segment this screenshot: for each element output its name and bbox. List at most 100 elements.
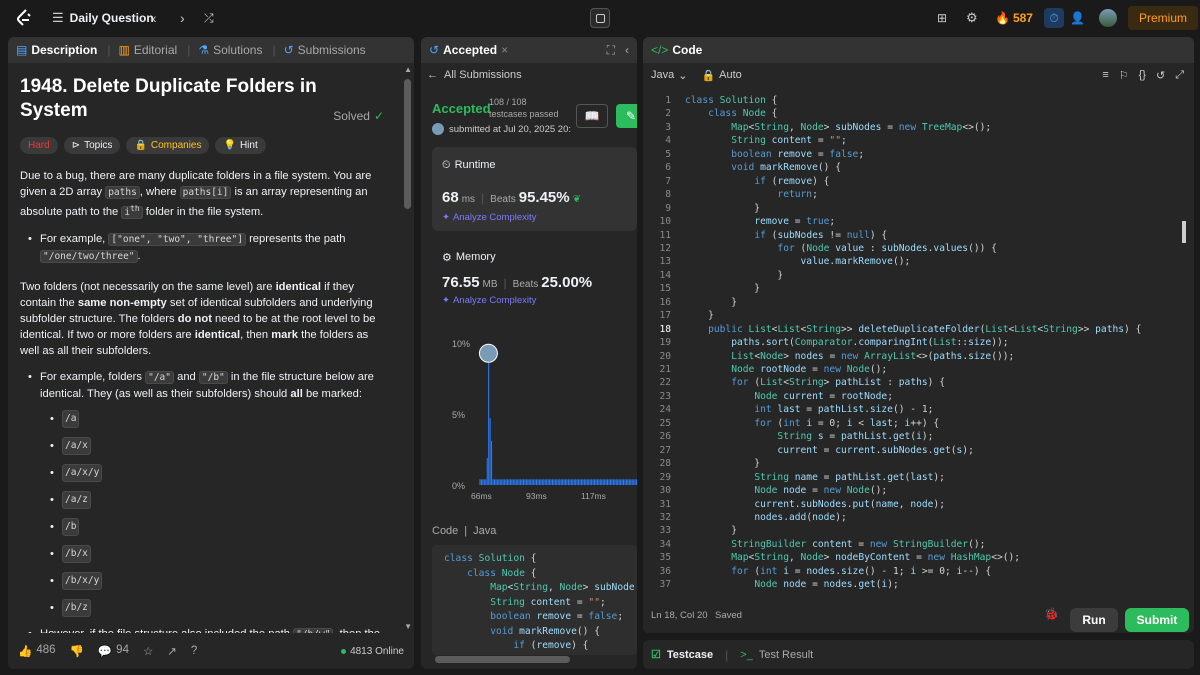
tab-description[interactable]: ▤ Description: [16, 43, 97, 57]
distribution-bar[interactable]: [556, 479, 558, 485]
language-select[interactable]: Java ⌄: [651, 69, 687, 82]
leetcode-logo[interactable]: [14, 8, 34, 28]
distribution-bar[interactable]: [569, 479, 571, 485]
distribution-bar[interactable]: [624, 479, 626, 485]
runtime-card[interactable]: ⏲ Runtime 68 ms | Beats 95.45% ❦ ✦ Analyze…: [432, 147, 637, 231]
auto-mode[interactable]: 🔒 Auto: [701, 69, 741, 82]
tab-solutions[interactable]: ⚗ Solutions: [198, 43, 262, 57]
distribution-bar[interactable]: [521, 479, 523, 485]
submit-button[interactable]: Submit: [1125, 608, 1189, 632]
distribution-bar[interactable]: [553, 479, 555, 485]
edit-button[interactable]: ✎: [616, 104, 637, 128]
settings-gear-icon[interactable]: ⚙: [966, 0, 978, 36]
distribution-bar[interactable]: [551, 479, 553, 485]
distribution-bar[interactable]: [546, 479, 548, 485]
distribution-bar[interactable]: [601, 479, 603, 485]
premium-button[interactable]: Premium: [1128, 0, 1199, 36]
distribution-bar[interactable]: [538, 479, 540, 485]
distribution-bar[interactable]: [502, 479, 504, 485]
prev-question-icon[interactable]: ‹: [152, 0, 157, 36]
distribution-bar[interactable]: [489, 418, 491, 485]
distribution-bar[interactable]: [591, 479, 593, 485]
distribution-bar[interactable]: [508, 479, 510, 485]
distribution-bar[interactable]: [560, 479, 562, 485]
distribution-bar[interactable]: [527, 479, 529, 485]
distribution-bar[interactable]: [534, 479, 536, 485]
layout-icon[interactable]: ⊞: [937, 0, 947, 36]
editor-scrollbar[interactable]: [1182, 221, 1186, 243]
distribution-bar[interactable]: [530, 479, 532, 485]
shuffle-icon[interactable]: ⤮: [204, 0, 214, 36]
distribution-bar[interactable]: [491, 440, 493, 485]
distribution-bar[interactable]: [493, 479, 495, 485]
distribution-bar[interactable]: [580, 479, 582, 485]
distribution-bar[interactable]: [566, 479, 568, 485]
distribution-bar[interactable]: [525, 479, 527, 485]
scroll-up-icon[interactable]: ▲: [404, 65, 412, 74]
distribution-bar[interactable]: [531, 479, 533, 485]
braces-icon[interactable]: {}: [1139, 69, 1146, 82]
distribution-bar[interactable]: [594, 479, 596, 485]
distribution-bar[interactable]: [488, 361, 490, 485]
distribution-bar[interactable]: [633, 479, 635, 485]
distribution-bar[interactable]: [559, 479, 561, 485]
scroll-down-icon[interactable]: ▼: [404, 622, 412, 631]
add-user-icon[interactable]: 👤: [1070, 0, 1085, 36]
bookmark-icon[interactable]: ⚐: [1119, 69, 1129, 82]
analyze-complexity-link[interactable]: ✦ Analyze Complexity: [442, 295, 536, 306]
distribution-bar[interactable]: [609, 479, 611, 485]
distribution-bar[interactable]: [537, 479, 539, 485]
like-button[interactable]: 👍 486: [18, 644, 56, 658]
tab-testcase[interactable]: ☑ Testcase: [651, 648, 713, 662]
distribution-bar[interactable]: [483, 479, 485, 485]
distribution-bar[interactable]: [522, 479, 524, 485]
distribution-bar[interactable]: [504, 479, 506, 485]
distribution-bar[interactable]: [543, 479, 545, 485]
runtime-distribution-chart[interactable]: 10% 5% 0% 66ms 93ms 117ms: [421, 317, 637, 507]
notes-button[interactable]: [590, 0, 610, 36]
distribution-bar[interactable]: [507, 479, 509, 485]
distribution-bar[interactable]: [567, 479, 569, 485]
distribution-bar[interactable]: [588, 479, 590, 485]
distribution-bar[interactable]: [550, 479, 552, 485]
collapse-icon[interactable]: ‹: [625, 43, 629, 57]
distribution-bar[interactable]: [602, 479, 604, 485]
distribution-bar[interactable]: [496, 479, 498, 485]
distribution-bar[interactable]: [479, 479, 481, 485]
memory-card[interactable]: ⚙ Memory 76.55 MB | Beats 25.00% ✦ Analyze…: [432, 237, 637, 317]
distribution-bar[interactable]: [547, 479, 549, 485]
distribution-bar[interactable]: [586, 479, 588, 485]
distribution-bar[interactable]: [549, 479, 551, 485]
distribution-bar[interactable]: [578, 479, 580, 485]
distribution-bar[interactable]: [636, 479, 637, 485]
streak-counter[interactable]: 🔥 587: [995, 0, 1033, 36]
distribution-bar[interactable]: [617, 479, 619, 485]
distribution-bar[interactable]: [495, 479, 497, 485]
distribution-bar[interactable]: [501, 479, 503, 485]
distribution-bar[interactable]: [599, 479, 601, 485]
format-icon[interactable]: ≡: [1102, 69, 1108, 82]
distribution-bar[interactable]: [576, 479, 578, 485]
distribution-bar[interactable]: [585, 479, 587, 485]
distribution-bar[interactable]: [575, 479, 577, 485]
distribution-bar[interactable]: [482, 479, 484, 485]
distribution-bar[interactable]: [618, 479, 620, 485]
distribution-bar[interactable]: [572, 479, 574, 485]
tab-submissions[interactable]: ↺ Submissions: [284, 43, 366, 57]
distribution-bar[interactable]: [620, 479, 622, 485]
distribution-bar[interactable]: [630, 479, 632, 485]
distribution-bar[interactable]: [511, 479, 513, 485]
distribution-bar[interactable]: [554, 479, 556, 485]
distribution-bar[interactable]: [512, 479, 514, 485]
distribution-bar[interactable]: [480, 479, 482, 485]
distribution-bar[interactable]: [596, 479, 598, 485]
distribution-bar[interactable]: [628, 479, 630, 485]
distribution-bar[interactable]: [514, 479, 516, 485]
distribution-bar[interactable]: [509, 479, 511, 485]
distribution-bar[interactable]: [611, 479, 613, 485]
close-icon[interactable]: ×: [501, 43, 508, 57]
run-button[interactable]: Run: [1070, 608, 1118, 632]
distribution-bar[interactable]: [565, 479, 567, 485]
timer-button[interactable]: ⏱: [1044, 0, 1064, 36]
dislike-icon[interactable]: 👎: [70, 644, 84, 658]
